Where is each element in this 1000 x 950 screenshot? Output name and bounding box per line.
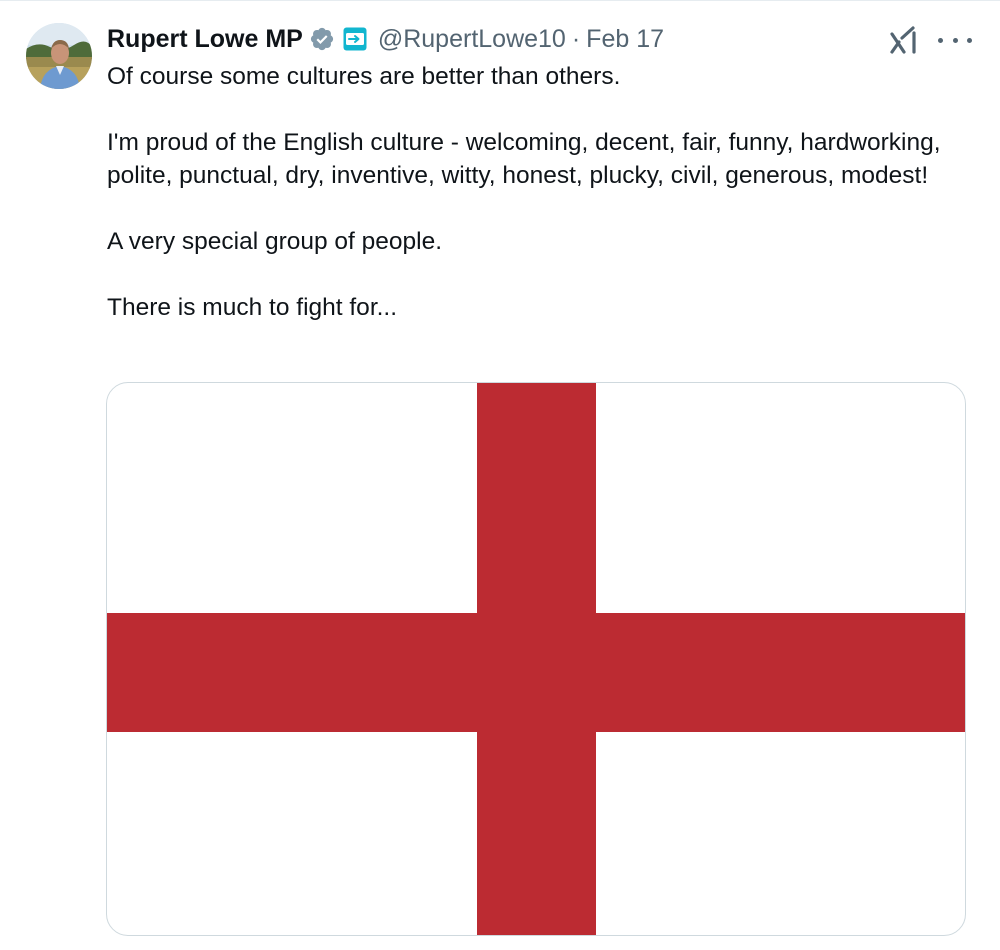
user-handle[interactable]: @RupertLowe10 [378, 21, 566, 57]
post-date[interactable]: Feb 17 [586, 21, 664, 57]
tweet-header: Rupert Lowe MP @RupertLowe10 · Feb 17 [107, 21, 967, 57]
more-options-icon[interactable] [938, 35, 972, 45]
flag-cross-horizontal [107, 613, 965, 732]
tweet-paragraph: There is much to fight for... [107, 294, 398, 321]
more-dot [938, 37, 943, 43]
grok-icon[interactable] [890, 25, 918, 55]
tweet: Rupert Lowe MP @RupertLowe10 · Feb 17 Of… [0, 0, 1000, 950]
avatar-photo [26, 23, 92, 89]
more-dot [952, 37, 958, 43]
separator-dot: · [571, 25, 581, 53]
tweet-actions [890, 25, 972, 55]
tweet-content: Rupert Lowe MP @RupertLowe10 · Feb 17 Of… [107, 21, 967, 324]
verified-badge-icon[interactable] [309, 26, 335, 52]
tweet-text: Of course some cultures are better than … [107, 60, 967, 324]
avatar[interactable] [26, 23, 92, 89]
tweet-image[interactable] [106, 382, 966, 936]
reform-uk-badge-icon[interactable] [343, 27, 367, 51]
display-name[interactable]: Rupert Lowe MP [107, 21, 303, 57]
tweet-paragraph: A very special group of people. [107, 228, 443, 255]
more-dot [967, 37, 972, 43]
tweet-paragraph: I'm proud of the English culture - welco… [107, 129, 941, 189]
tweet-paragraph: Of course some cultures are better than … [107, 63, 621, 90]
